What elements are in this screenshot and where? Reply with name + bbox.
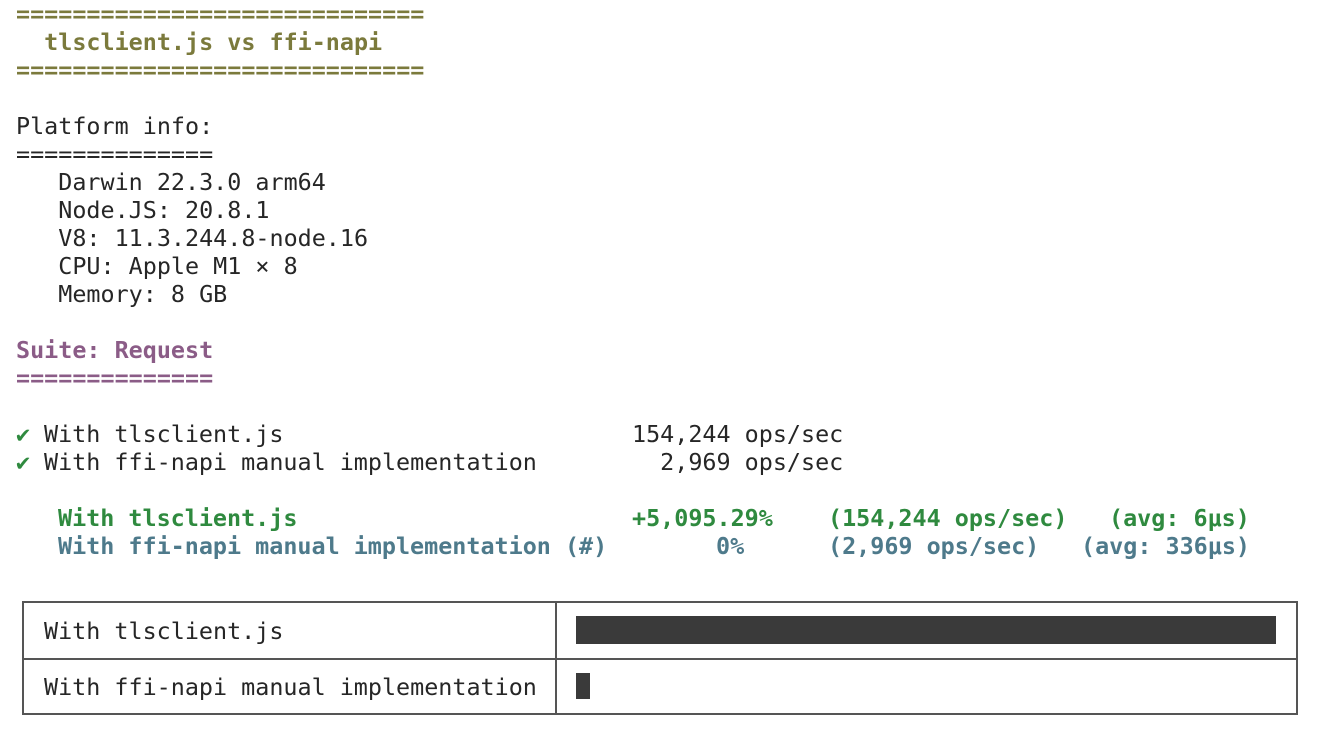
suite-heading: Suite: Request [16,336,214,364]
summary-name: With tlsclient.js [58,504,298,532]
check-icon: ✔ [16,420,31,448]
check-icon: ✔ [16,448,31,476]
summary-avg: (avg: 336μs) [1081,532,1250,560]
result-ops: 154,244 ops/sec [632,420,844,448]
table-row-label: With tlsclient.js [44,617,284,645]
table-bar [576,616,1276,644]
banner-bottom-rule: ============================= [16,56,425,84]
platform-heading: Platform info: [16,112,214,140]
platform-node: Node.JS: 20.8.1 [16,196,270,224]
comparison-table: With tlsclient.js With ffi-napi manual i… [22,601,1298,715]
summary-name: With ffi-napi manual implementation (#) [58,532,608,560]
table-column-divider [555,603,557,713]
table-row-label: With ffi-napi manual implementation [44,673,537,701]
table-bar [576,673,590,699]
suite-rule: ============== [16,364,214,392]
summary-percent: 0% [716,532,745,560]
platform-rule: ============== [16,140,214,168]
banner-top-rule: ============================= [16,0,425,28]
table-bar-track [576,616,1276,644]
summary-avg: (avg: 6μs) [1109,504,1250,532]
summary-percent: +5,095.29% [632,504,773,532]
platform-cpu: CPU: Apple M1 × 8 [16,252,298,280]
platform-v8: V8: 11.3.244.8-node.16 [16,224,369,252]
summary-ops: (2,969 ops/sec) [828,532,1040,560]
table-row-divider [24,658,1296,660]
banner-title: tlsclient.js vs ffi-napi [16,28,383,56]
summary-ops: (154,244 ops/sec) [828,504,1068,532]
platform-memory: Memory: 8 GB [16,280,228,308]
table-bar-track [576,673,1276,699]
result-name: With tlsclient.js [44,420,284,448]
result-name: With ffi-napi manual implementation [44,448,537,476]
result-ops: 2,969 ops/sec [632,448,844,476]
platform-os: Darwin 22.3.0 arm64 [16,168,326,196]
